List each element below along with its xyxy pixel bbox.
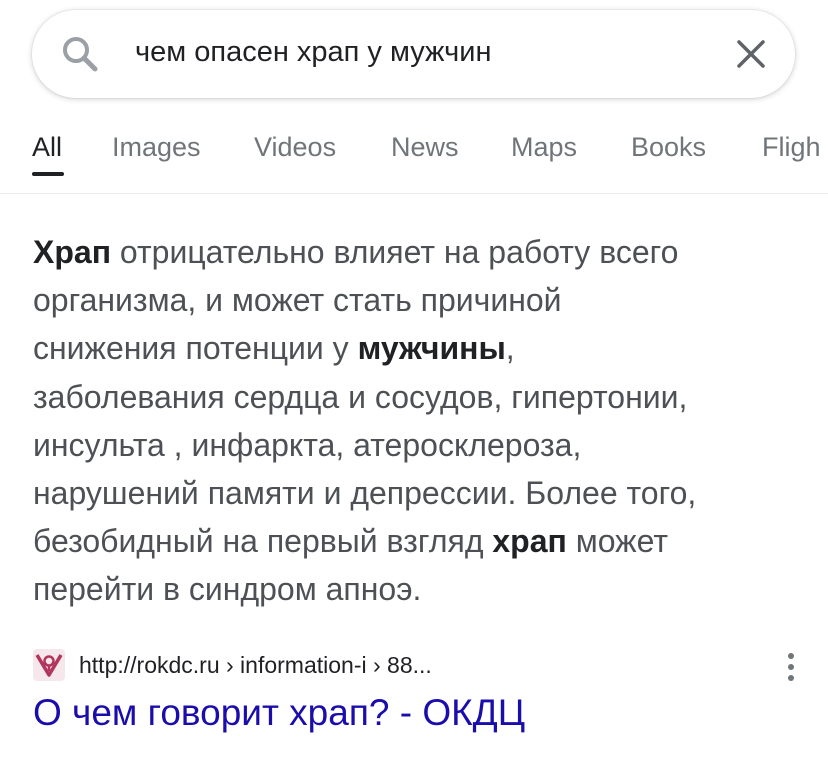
search-input[interactable]: чем опасен храп у мужчин [135,36,491,69]
snippet-text: заболевания сердца и сосудов, гипертонии… [33,378,688,415]
snippet-text: организма, и может стать причиной [33,282,562,319]
snippet-line: перейти в синдром апноэ. [33,565,803,613]
snippet-text: перейти в синдром апноэ. [33,571,422,608]
snippet-bold-term: мужчины [357,330,506,367]
tab-news[interactable]: News [391,132,459,163]
site-logo-icon [33,649,65,681]
tab-maps[interactable]: Maps [511,132,577,163]
snippet-text: отрицательно влияет на работу всего [111,234,679,270]
snippet-text: может [566,523,668,560]
tab-videos[interactable]: Videos [254,132,336,163]
tab-all[interactable]: All [32,132,62,163]
snippet-line: заболевания сердца и сосудов, гипертонии… [33,373,803,421]
featured-snippet: Храп отрицательно влияет на работу всего… [33,228,803,614]
result-breadcrumb[interactable]: http://rokdc.ru › information-i › 88... [79,652,432,679]
snippet-line: снижения потенции у мужчины, [33,324,803,372]
snippet-line: инсульта , инфаркта, атеросклероза, [33,421,803,469]
active-tab-indicator [32,172,64,176]
snippet-text: безобидный на первый взгляд [33,523,493,560]
snippet-line: организма, и может стать причиной [33,276,803,324]
snippet-line: безобидный на первый взгляд храп может [33,517,803,565]
snippet-text: инсульта , инфаркта, атеросклероза, [33,426,582,463]
snippet-text: , [505,330,515,367]
search-tabs: All Images Videos News Maps Books Fligh [0,110,828,194]
snippet-line: Храп отрицательно влияет на работу всего [33,228,803,276]
more-vert-icon[interactable] [779,650,803,684]
snippet-text: нарушений памяти и депрессии. Более того… [33,475,697,512]
snippet-bold-term: Храп [33,234,112,270]
close-icon[interactable] [731,34,771,74]
snippet-text: снижения потенции у [33,330,358,367]
search-icon[interactable] [60,34,100,74]
result-title-link[interactable]: О чем говорит храп? - ОКДЦ [33,692,525,734]
tab-books[interactable]: Books [631,132,706,163]
search-bar[interactable]: чем опасен храп у мужчин [32,10,795,98]
snippet-bold-term: храп [492,523,567,560]
tab-flights[interactable]: Fligh [762,132,821,163]
snippet-line: нарушений памяти и депрессии. Более того… [33,469,803,517]
tab-images[interactable]: Images [112,132,201,163]
result-source[interactable]: http://rokdc.ru › information-i › 88... [33,648,803,682]
